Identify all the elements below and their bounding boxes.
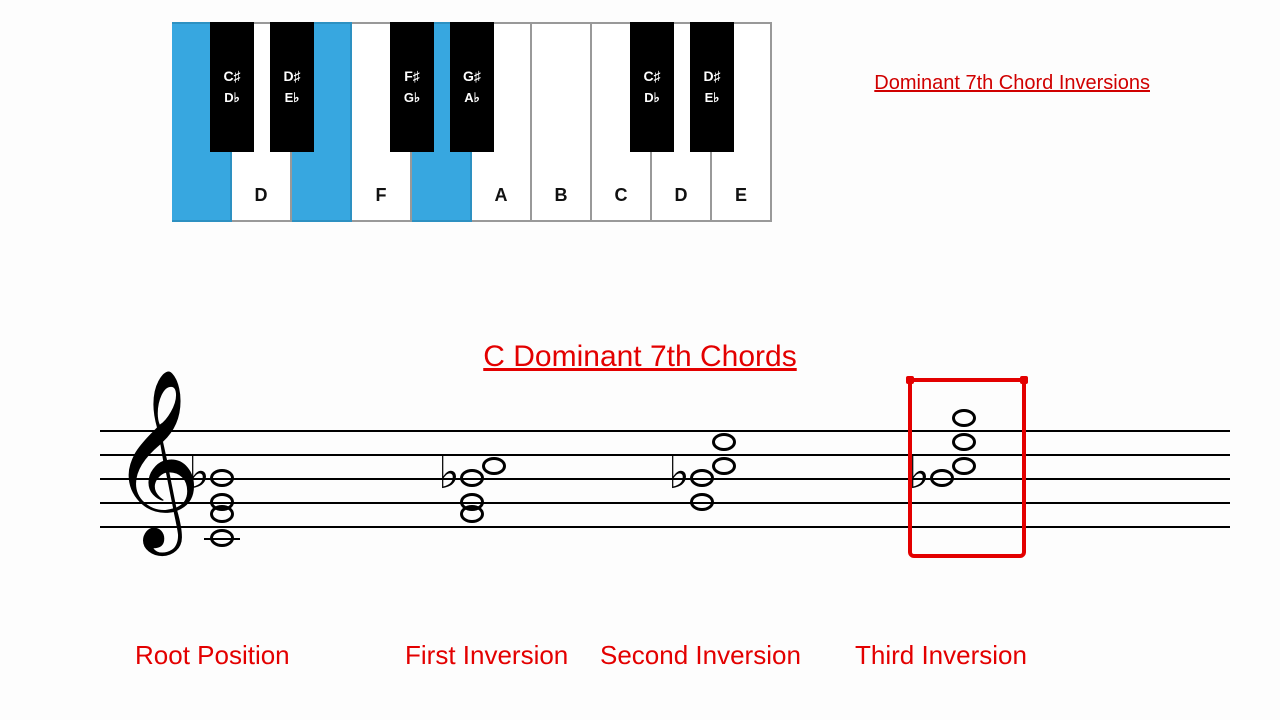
chord-first-inversion: ♭ [460,430,530,526]
notehead [210,529,234,547]
notehead [712,433,736,451]
label-root-position: Root Position [135,640,290,671]
white-key-G [412,22,472,222]
label-second-inversion: Second Inversion [600,640,801,671]
notehead [460,469,484,487]
piano-keyboard: D F A B C D E [172,22,772,232]
staff-title: C Dominant 7th Chords [0,340,1280,374]
chord-second-inversion: ♭ [690,430,760,526]
white-key-E2: E [712,22,772,222]
notehead [690,469,714,487]
flat-accidental-icon: ♭ [668,450,690,496]
white-key-C2: C [592,22,652,222]
chord-root-position: ♭ [210,430,280,526]
active-inversion-highlight [908,378,1026,558]
white-key-B: B [532,22,592,222]
label-third-inversion: Third Inversion [855,640,1027,671]
notehead [210,469,234,487]
white-key-F: F [352,22,412,222]
notehead [460,493,484,511]
notehead [690,493,714,511]
notehead [482,457,506,475]
notehead [712,457,736,475]
notehead [210,493,234,511]
flat-accidental-icon: ♭ [438,450,460,496]
white-key-D: D [232,22,292,222]
white-key-D2: D [652,22,712,222]
white-key-A: A [472,22,532,222]
music-staff: 𝄞 ♭ ♭ ♭ ♭ [100,430,1230,526]
white-key-C [172,22,232,222]
flat-accidental-icon: ♭ [188,450,210,496]
label-first-inversion: First Inversion [405,640,568,671]
white-key-E [292,22,352,222]
staff-line [100,526,1230,528]
page-subtitle-link[interactable]: Dominant 7th Chord Inversions [874,72,1150,95]
